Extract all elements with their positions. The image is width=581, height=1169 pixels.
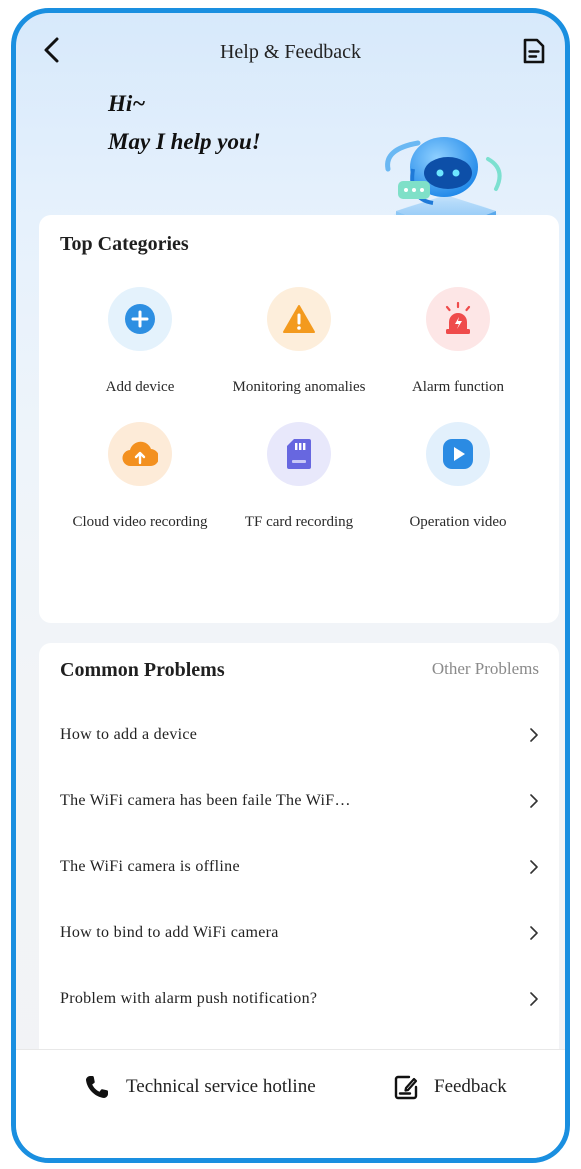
common-problems-title: Common Problems — [60, 659, 225, 681]
technical-hotline-button[interactable]: Technical service hotline — [84, 1074, 316, 1100]
category-label: Monitoring anomalies — [232, 379, 366, 395]
problem-row[interactable]: How to bind to add WiFi camera — [60, 913, 541, 953]
chevron-right-icon — [530, 728, 538, 742]
category-label: TF card recording — [244, 514, 354, 530]
plus-circle-icon — [108, 287, 172, 351]
feedback-button[interactable]: Feedback — [394, 1074, 507, 1100]
chevron-right-icon — [530, 992, 538, 1006]
category-monitoring-anomalies[interactable]: Monitoring anomalies — [219, 287, 379, 396]
category-operation-video[interactable]: Operation video — [378, 422, 538, 531]
problem-text: The WiFi camera has been faile The WiF… — [60, 792, 351, 809]
chevron-right-icon — [530, 926, 538, 940]
greeting-line-2: May I help you! — [108, 129, 261, 154]
category-alarm-function[interactable]: Alarm function — [378, 287, 538, 396]
category-label: Alarm function — [411, 379, 505, 395]
top-categories-card: Top Categories Add device Monitoring ano… — [39, 215, 559, 623]
category-label: Cloud video recording — [72, 514, 208, 530]
feedback-label: Feedback — [434, 1076, 507, 1097]
category-tf-card-recording[interactable]: TF card recording — [219, 422, 379, 531]
siren-icon — [426, 287, 490, 351]
problem-text: How to bind to add WiFi camera — [60, 924, 279, 941]
problem-row[interactable]: The WiFi camera is offline — [60, 847, 541, 887]
page-title: Help & Feedback — [219, 41, 362, 63]
other-problems-link[interactable]: Other Problems — [432, 659, 539, 679]
hotline-label: Technical service hotline — [126, 1076, 316, 1097]
problem-text: How to add a device — [60, 726, 198, 743]
play-icon — [426, 422, 490, 486]
chevron-right-icon — [530, 794, 538, 808]
chevron-right-icon — [530, 860, 538, 874]
warning-icon — [267, 287, 331, 351]
document-icon[interactable] — [521, 37, 547, 65]
problem-text: The WiFi camera is offline — [60, 858, 240, 875]
problem-row[interactable]: Problem with alarm push notification? — [60, 979, 541, 1019]
greeting-line-1: Hi~ — [108, 91, 146, 116]
category-label: Operation video — [409, 514, 507, 530]
category-add-device[interactable]: Add device — [60, 287, 220, 396]
problem-text: Problem with alarm push notification? — [60, 990, 318, 1007]
sd-card-icon — [267, 422, 331, 486]
phone-icon — [86, 1076, 108, 1098]
category-label: Add device — [105, 379, 175, 395]
app-frame: Help & Feedback Hi~ May I help you! Top … — [11, 8, 570, 1163]
bottom-action-bar: Technical service hotline Feedback — [16, 1049, 565, 1158]
problem-row[interactable]: The WiFi camera has been faile The WiF… — [60, 781, 541, 821]
category-cloud-video-recording[interactable]: Cloud video recording — [60, 422, 220, 531]
problem-row[interactable]: How to add a device — [60, 715, 541, 755]
edit-note-icon — [394, 1075, 418, 1100]
common-problems-card: Common Problems Other Problems How to ad… — [39, 643, 559, 1063]
cloud-upload-icon — [108, 422, 172, 486]
top-categories-title: Top Categories — [60, 233, 189, 255]
